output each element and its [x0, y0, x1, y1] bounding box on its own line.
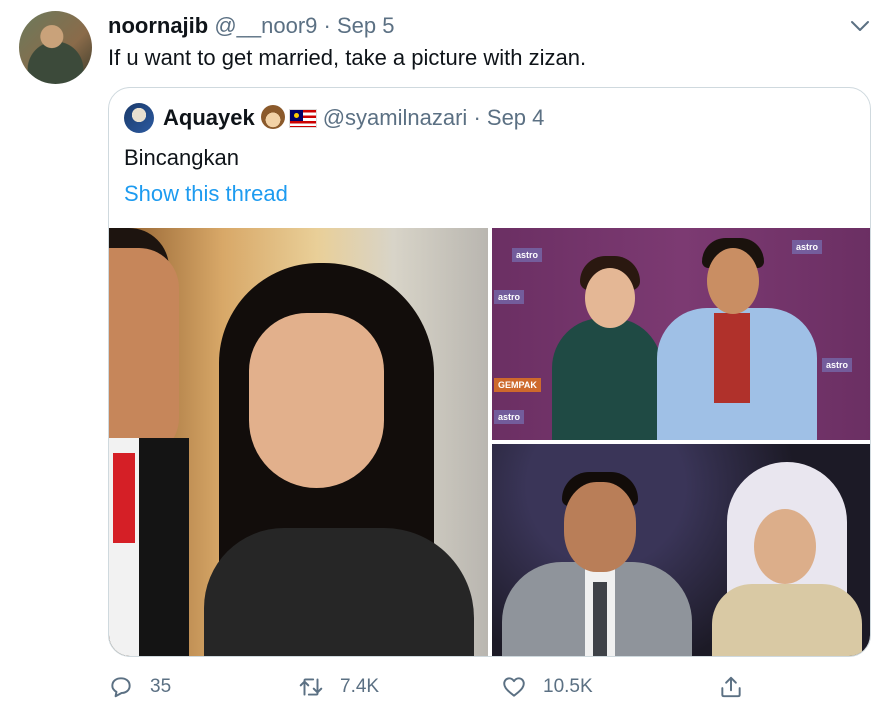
tweet-header: noornajib @__noor9 · Sep 5 — [108, 13, 395, 39]
backdrop-logo: astro — [494, 290, 525, 304]
share-button[interactable] — [718, 672, 744, 702]
quoted-avatar[interactable] — [124, 103, 154, 133]
quoted-image-1[interactable] — [109, 228, 488, 656]
retweet-icon — [299, 678, 323, 696]
quoted-author-handle[interactable]: @syamilnazari — [323, 105, 468, 130]
photo-detail — [564, 482, 636, 572]
backdrop-logo: astro — [494, 410, 525, 424]
photo-detail — [249, 313, 384, 488]
retweet-button[interactable]: 7.4K — [298, 672, 379, 702]
retweet-count: 7.4K — [340, 676, 380, 697]
quoted-author-name[interactable]: Aquayek — [163, 105, 255, 130]
monkey-emoji-icon — [260, 105, 285, 129]
photo-detail — [712, 584, 862, 656]
action-bar: 35 7.4K 10.5K — [108, 672, 748, 702]
photo-detail — [109, 248, 179, 458]
separator: · — [323, 13, 331, 38]
photo-detail — [714, 313, 750, 403]
quoted-image-3[interactable] — [492, 444, 870, 656]
photo-detail — [593, 582, 607, 656]
photo-detail — [707, 248, 759, 314]
tweet-date[interactable]: Sep 5 — [337, 13, 395, 38]
photo-detail — [204, 528, 474, 656]
like-count: 10.5K — [543, 676, 593, 697]
quoted-image-2[interactable]: astro astro astro astro GEMPAK astro — [492, 228, 870, 440]
avatar[interactable] — [19, 11, 92, 84]
backdrop-logo: astro — [512, 248, 543, 262]
chevron-down-icon[interactable] — [848, 14, 872, 38]
quoted-date[interactable]: Sep 4 — [487, 105, 545, 130]
malaysia-flag-icon — [288, 109, 317, 128]
quoted-tweet[interactable]: Aquayek @syamilnazari · Sep 4 Bincangkan … — [108, 87, 871, 657]
photo-detail — [552, 318, 662, 440]
reply-button[interactable]: 35 — [108, 672, 171, 702]
share-icon — [721, 676, 741, 698]
heart-icon — [503, 677, 525, 697]
author-name[interactable]: noornajib — [108, 13, 208, 38]
quoted-text: Bincangkan — [124, 145, 239, 170]
backdrop-logo: GEMPAK — [494, 378, 541, 392]
photo-detail — [754, 509, 816, 584]
quoted-header: Aquayek @syamilnazari · Sep 4 — [163, 105, 544, 131]
quoted-separator: · — [473, 105, 481, 130]
backdrop-logo: astro — [822, 358, 853, 372]
reply-icon — [111, 677, 131, 698]
photo-detail — [585, 268, 635, 328]
backdrop-logo: astro — [792, 240, 823, 254]
reply-count: 35 — [150, 676, 172, 697]
show-thread-link[interactable]: Show this thread — [124, 180, 288, 208]
author-handle[interactable]: @__noor9 — [214, 13, 317, 38]
tweet-text: If u want to get married, take a picture… — [108, 45, 587, 70]
like-button[interactable]: 10.5K — [501, 672, 593, 702]
photo-detail — [113, 453, 135, 543]
